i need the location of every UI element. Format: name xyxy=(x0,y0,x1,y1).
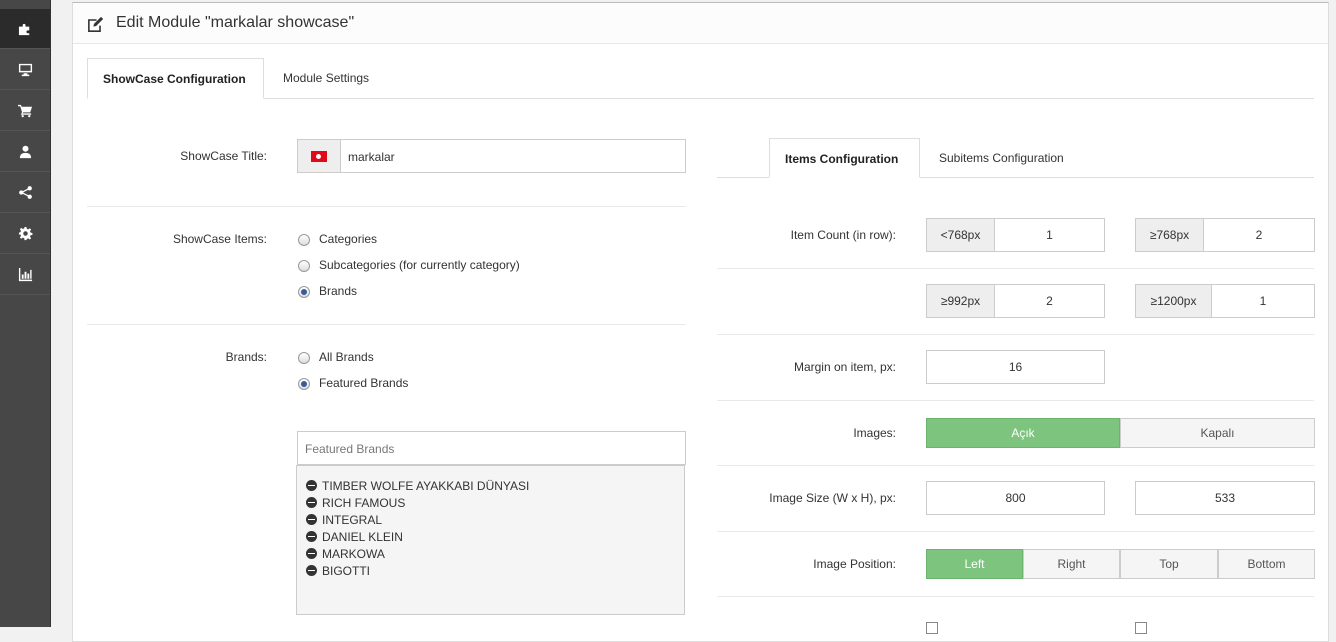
brands-label: Brands: xyxy=(225,350,267,364)
count-prefix: ≥992px xyxy=(927,285,995,317)
list-item: DANIEL KLEIN xyxy=(306,528,403,545)
divider xyxy=(717,465,1314,466)
sidebar-item-design[interactable] xyxy=(0,50,50,90)
radio-all-brands[interactable] xyxy=(298,352,310,364)
images-label: Images: xyxy=(853,426,896,440)
tab-subitems-configuration[interactable]: Subitems Configuration xyxy=(924,138,1079,178)
count-768[interactable]: ≥768px 2 xyxy=(1135,218,1315,252)
remove-icon[interactable] xyxy=(306,480,317,491)
brand-name: BIGOTTI xyxy=(322,563,370,578)
monitor-icon xyxy=(18,63,32,77)
language-flag-addon xyxy=(298,140,341,172)
module-edit-panel: Edit Module "markalar showcase" ShowCase… xyxy=(72,2,1329,642)
image-size-label: Image Size (W x H), px: xyxy=(769,491,896,505)
page-title: Edit Module "markalar showcase" xyxy=(116,14,355,31)
divider xyxy=(717,400,1314,401)
cart-icon xyxy=(17,104,32,118)
count-under-768[interactable]: <768px 1 xyxy=(926,218,1105,252)
divider xyxy=(87,324,686,325)
count-prefix: <768px xyxy=(927,219,995,251)
featured-brands-placeholder: Featured Brands xyxy=(305,442,395,456)
count-prefix: ≥1200px xyxy=(1136,285,1212,317)
list-item: INTEGRAL xyxy=(306,511,382,528)
sidebar-item-system[interactable] xyxy=(0,214,50,254)
count-value: 1 xyxy=(1259,294,1267,308)
divider xyxy=(87,206,686,207)
count-value: 1 xyxy=(1046,228,1053,242)
count-prefix: ≥768px xyxy=(1136,219,1204,251)
brand-name: INTEGRAL xyxy=(322,512,383,527)
list-item: BIGOTTI xyxy=(306,562,370,579)
sidebar-item-extensions[interactable] xyxy=(0,9,50,49)
featured-brands-input[interactable]: Featured Brands xyxy=(297,431,686,465)
divider xyxy=(717,596,1314,597)
position-right-button[interactable]: Right xyxy=(1023,549,1120,579)
gear-icon xyxy=(18,226,32,241)
image-height-input[interactable]: 533 xyxy=(1135,481,1315,515)
position-left-button[interactable]: Left xyxy=(926,549,1023,579)
divider xyxy=(717,531,1314,532)
panel-heading: Edit Module "markalar showcase" xyxy=(73,3,1328,44)
main-tabs: ShowCase Configuration Module Settings xyxy=(87,58,1314,99)
radio-brands[interactable] xyxy=(298,286,310,298)
brand-name: TIMBER WOLFE AYAKKABI DÜNYASI xyxy=(322,478,530,493)
divider xyxy=(717,268,1314,269)
count-992[interactable]: ≥992px 2 xyxy=(926,284,1105,318)
brand-name: DANIEL KLEIN xyxy=(322,529,403,544)
list-item: MARKOWA xyxy=(306,545,385,562)
remove-icon[interactable] xyxy=(306,565,317,576)
subtabs: Items Configuration Subitems Configurati… xyxy=(717,138,1314,178)
featured-brands-list: TIMBER WOLFE AYAKKABI DÜNYASI RICH FAMOU… xyxy=(296,465,685,615)
radio-subcategories[interactable] xyxy=(298,260,310,272)
margin-label: Margin on item, px: xyxy=(793,360,896,374)
brand-name: MARKOWA xyxy=(322,546,385,561)
list-item: RICH FAMOUS xyxy=(306,494,405,511)
item-count-label: Item Count (in row): xyxy=(790,228,896,242)
sidebar-item-customers[interactable] xyxy=(0,132,50,172)
image-width-input[interactable]: 800 xyxy=(926,481,1105,515)
count-1200[interactable]: ≥1200px 1 xyxy=(1135,284,1315,318)
tab-module-settings[interactable]: Module Settings xyxy=(268,58,384,99)
remove-icon[interactable] xyxy=(306,548,317,559)
radio-brands-label: Brands xyxy=(319,284,358,298)
count-value: 2 xyxy=(1046,294,1053,308)
option-checkbox[interactable] xyxy=(926,622,938,634)
count-value: 2 xyxy=(1255,228,1263,242)
puzzle-icon xyxy=(18,23,29,36)
radio-subcategories-label: Subcategories (for currently category) xyxy=(319,258,520,272)
showcase-title-value: markalar xyxy=(348,150,395,164)
sidebar xyxy=(0,0,51,627)
image-position-label: Image Position: xyxy=(813,557,896,571)
showcase-title-label: ShowCase Title: xyxy=(180,149,267,163)
images-on-button[interactable]: Açık xyxy=(926,418,1120,448)
remove-icon[interactable] xyxy=(306,531,317,542)
divider xyxy=(717,334,1314,335)
option-checkbox[interactable] xyxy=(1135,622,1147,634)
brand-name: RICH FAMOUS xyxy=(322,495,406,510)
list-item: TIMBER WOLFE AYAKKABI DÜNYASI xyxy=(306,477,529,494)
radio-categories-label: Categories xyxy=(319,232,378,246)
radio-featured-brands-label: Featured Brands xyxy=(319,376,409,390)
turkey-flag-icon xyxy=(311,151,327,162)
remove-icon[interactable] xyxy=(306,514,317,525)
tab-items-configuration[interactable]: Items Configuration xyxy=(769,138,920,178)
position-bottom-button[interactable]: Bottom xyxy=(1218,549,1315,579)
bar-chart-icon xyxy=(18,267,32,282)
user-icon xyxy=(19,145,31,159)
share-icon xyxy=(18,186,32,199)
remove-icon[interactable] xyxy=(306,497,317,508)
edit-icon xyxy=(88,16,104,32)
showcase-items-label: ShowCase Items: xyxy=(172,232,267,246)
sidebar-item-reports[interactable] xyxy=(0,255,50,295)
radio-categories[interactable] xyxy=(298,234,310,246)
images-off-button[interactable]: Kapalı xyxy=(1120,418,1315,448)
sidebar-item-sales[interactable] xyxy=(0,91,50,131)
showcase-title-field[interactable]: markalar xyxy=(297,139,686,173)
radio-all-brands-label: All Brands xyxy=(319,350,374,364)
sidebar-item-marketing[interactable] xyxy=(0,173,50,213)
margin-input[interactable]: 16 xyxy=(926,350,1105,384)
position-top-button[interactable]: Top xyxy=(1120,549,1218,579)
tab-showcase-configuration[interactable]: ShowCase Configuration xyxy=(87,58,264,99)
radio-featured-brands[interactable] xyxy=(298,378,310,390)
